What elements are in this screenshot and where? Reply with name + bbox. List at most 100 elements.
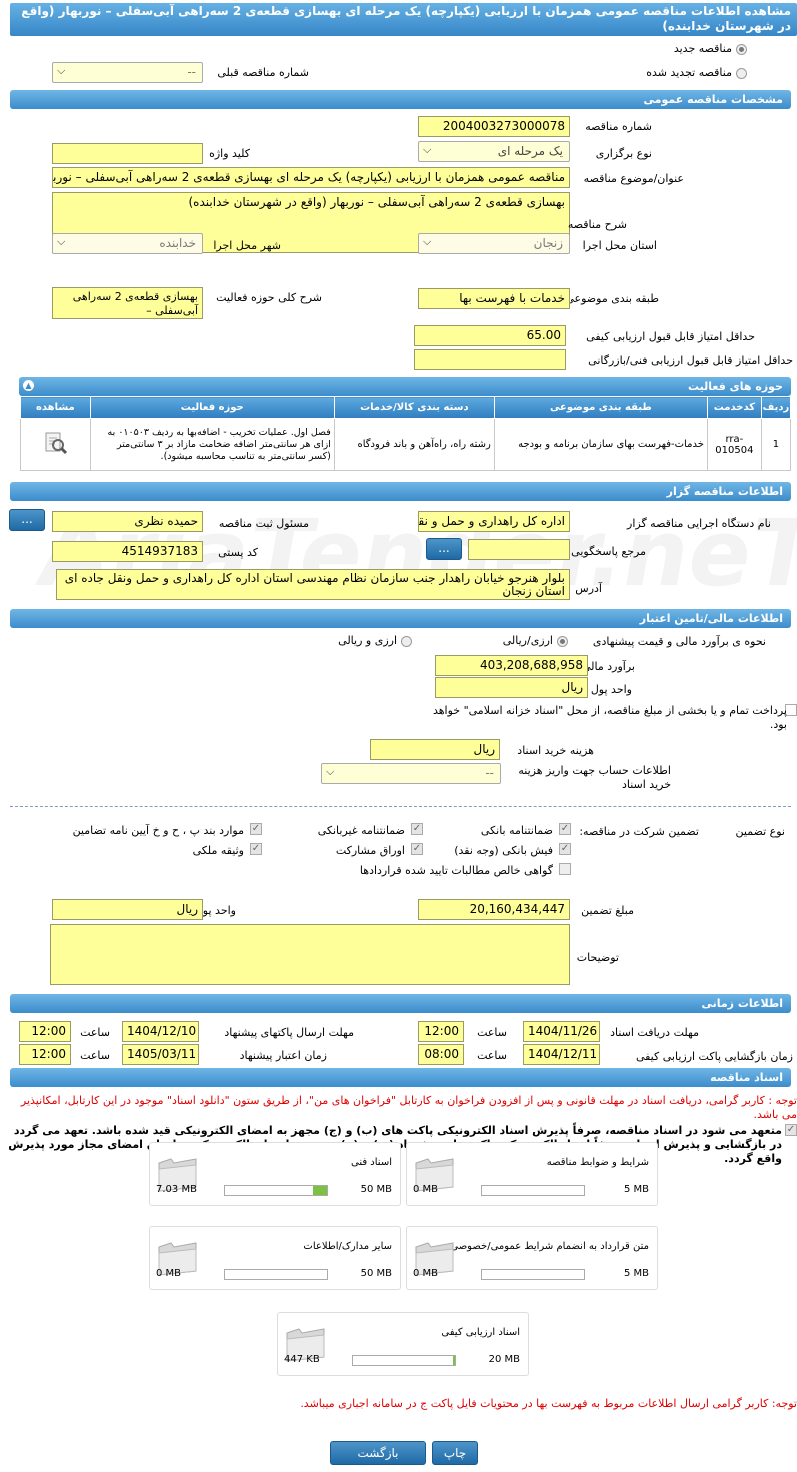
file-box[interactable]: اسناد فنی 50 MB 7.03 MB [149,1142,401,1206]
valid-time-word: ساعت [80,1049,110,1062]
file-progress [224,1185,328,1196]
back-button[interactable]: بازگشت [330,1441,426,1465]
file-max: 50 MB [360,1184,392,1195]
min-quality-field: 65.00 [414,325,566,346]
activities-header: حوزه های فعالیت ▲ [19,377,791,396]
file-box[interactable]: اسناد ارزیابی کیفی 20 MB 447 KB [277,1312,529,1376]
opt-nonbank-guarantee: ضمانتنامه غیربانکی [317,824,405,837]
file-progress-fill [452,1356,455,1365]
category-label: طبقه بندی موضوعی [565,292,659,305]
keyword-label: کلید واژه [209,147,250,160]
doc-cost-field: ریال [370,739,500,760]
min-tech-field [414,349,566,370]
col-category: طبقه بندی موضوعی [493,396,708,419]
amount-label: مبلغ تضمین [581,904,634,917]
chevron-down-icon: ⌵ [423,235,432,248]
province-select[interactable]: زنجان ⌵ [418,233,570,254]
category-field: خدمات با فهرست بها [418,288,570,309]
number-label: شماره مناقصه [585,120,652,133]
opt-property: وثیقه ملکی [192,844,244,857]
open-date-field: 1404/12/11 [523,1044,600,1065]
print-button[interactable]: چاپ [432,1441,478,1465]
docs-bottom-note: توجه: کاربر گرامی ارسال اطلاعات مربوط به… [300,1397,797,1410]
file-box[interactable]: سایر مدارک/اطلاعات 50 MB 0 MB [149,1226,401,1290]
file-max: 5 MB [623,1268,649,1279]
currency-label: واحد پول [590,683,632,696]
send-date-field: 1404/12/10 [122,1021,199,1042]
valid-date-field: 1405/03/11 [122,1044,199,1065]
commit-checkbox: ✓ [785,1124,797,1136]
receive-label: مهلت دریافت اسناد [610,1026,699,1039]
file-title: متن قرارداد به انضمام شرایط عمومی/خصوصی [450,1241,649,1252]
city-select[interactable]: خدابنده ⌵ [52,233,203,254]
file-title: اسناد ارزیابی کیفی [441,1327,520,1338]
row-code: rra-010504 [706,418,762,471]
new-tender-radio[interactable]: مناقصه جدید [674,42,747,55]
address-label: آدرس [575,582,602,595]
file-box[interactable]: شرایط و ضوابط مناقصه 5 MB 0 MB [406,1142,658,1206]
opt-bonds: اوراق مشارکت [335,844,405,857]
scope-field[interactable]: بهسازی قطعه‌ی 2 سه‌راهی آبی‌سفلی – [52,287,203,319]
table-row: 1 rra-010504 خدمات-فهرست بهای سازمان برن… [20,418,792,471]
opt-claims: گواهی خالص مطالبات تایید شده قراردادها [359,864,553,877]
col-group: دسته بندی کالا/خدمات [333,396,495,419]
notes-field [50,924,570,985]
open-label: زمان بازگشایی پاکت ارزیابی کیفی [635,1050,793,1063]
col-view: مشاهده [20,396,91,419]
currency-field: ریال [435,677,588,698]
method-rial-radio[interactable]: ارزی/ریالی [503,634,568,647]
method-label: نحوه ی برآورد مالی و قیمت پیشنهادی [592,635,766,648]
file-current: 447 KB [284,1354,320,1365]
file-progress [352,1355,456,1366]
collapse-icon[interactable]: ▲ [23,380,34,391]
type-label: نوع برگزاری [595,147,652,160]
description-label: شرح مناقصه [567,218,627,231]
magnifier-document-icon[interactable] [42,430,68,456]
method-fx-radio[interactable]: ارزی و ریالی [338,634,412,647]
doc-cost-label: هزینه خرید اسناد [517,744,594,757]
view-cell[interactable] [20,418,91,471]
scope-label: شرح کلی حوزه فعالیت [216,291,322,304]
col-code: کدخدمت [706,396,762,419]
opt-bonds-checkbox: ✓ [411,843,423,855]
file-box[interactable]: متن قرارداد به انضمام شرایط عمومی/خصوصی … [406,1226,658,1290]
min-tech-label: حداقل امتیاز قابل قبول ارزیابی فنی/بازرگ… [588,354,793,367]
ref-field [468,539,570,560]
file-current: 0 MB [156,1268,182,1279]
estimate-field: 403,208,688,958 [435,655,588,676]
guarantee-label: تضمین شرکت در مناقصه: [579,825,699,838]
file-current: 0 MB [413,1268,439,1279]
valid-time-field: 12:00 [19,1044,71,1065]
row-scope: فصل اول. عملیات تخریب - اضافه‌بها به ردی… [89,418,335,471]
general-section-header: مشخصات مناقصه عمومی [10,90,791,109]
opt-clauses-checkbox: ✓ [250,823,262,835]
docs-note: توجه : کاربر گرامی، دریافت اسناد در مهلت… [20,1094,797,1121]
type-select[interactable]: یک مرحله ای ⌵ [418,141,570,162]
renewed-tender-radio[interactable]: مناقصه تجدید شده [646,66,747,79]
row-group: رشته راه، راه‌آهن و باند فرودگاه [333,418,495,471]
opt-claims-checkbox [559,863,571,875]
receive-time-field: 12:00 [418,1021,464,1042]
send-time-field: 12:00 [19,1021,71,1042]
ref-select-button[interactable]: ... [426,538,462,560]
finance-header: اطلاعات مالی/تامین اعتبار [10,609,791,628]
page-title: مشاهده اطلاعات مناقصه عمومی همزمان با ار… [10,3,797,36]
organizer-more-button[interactable]: ... [9,509,45,531]
divider [10,806,791,807]
col-scope: حوزه فعالیت [89,396,335,419]
subject-label: عنوان/موضوع مناقصه [583,172,684,185]
organizer-header: اطلاعات مناقصه گزار [10,482,791,501]
city-label: شهر محل اجرا [213,239,281,252]
amount-field: 20,160,434,447 [418,899,570,920]
opt-bank-guarantee-checkbox: ✓ [559,823,571,835]
activities-table: ردیف کدخدمت طبقه بندی موضوعی دسته بندی ک… [20,396,792,471]
file-current: 0 MB [413,1184,439,1195]
treasury-text: پرداخت تمام و یا بخشی از مبلغ مناقصه، از… [432,704,787,731]
prev-number-select[interactable]: -- ⌵ [52,62,203,83]
opt-cash: فیش بانکی (وجه نقد) [454,844,553,857]
account-select[interactable]: -- ⌵ [321,763,501,784]
prev-number-label: شماره مناقصه قبلی [217,66,309,79]
postal-field: 4514937183 [52,541,203,562]
opt-cash-checkbox: ✓ [559,843,571,855]
opt-bank-guarantee: ضمانتنامه بانکی [480,824,553,837]
